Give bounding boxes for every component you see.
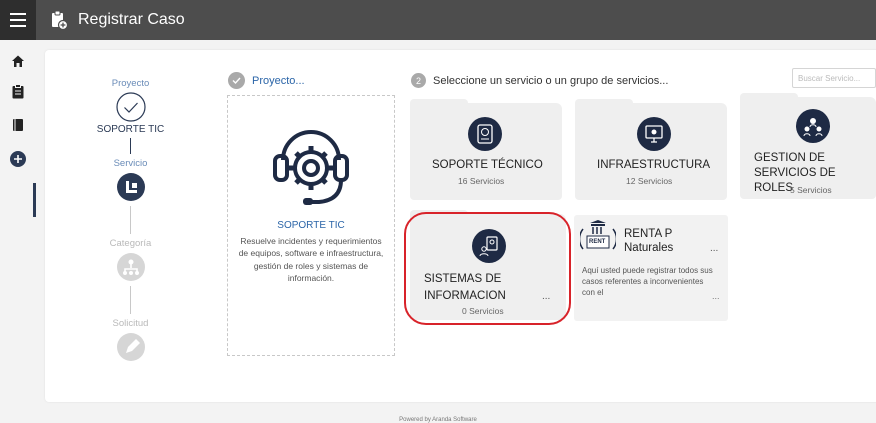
check-step-icon[interactable] [115, 92, 146, 122]
support-ticket-icon [468, 117, 502, 151]
step2-header: 2 Seleccione un servicio o un grupo de s… [411, 73, 668, 88]
step-label-proyecto: Proyecto [111, 78, 150, 89]
footer-text: Powered by Aranda Software [399, 417, 477, 423]
project-link[interactable]: Proyecto... [252, 75, 305, 87]
project-name: SOPORTE TIC [277, 220, 345, 231]
group-count: 0 Servicios [462, 306, 504, 316]
new-case-icon [50, 10, 69, 31]
group-card-infraestructura[interactable]: INFRAESTRUCTURA 12 Servicios [575, 99, 727, 200]
rent-icon-text: RENT [589, 239, 606, 245]
infrastructure-icon [637, 117, 671, 151]
group-card-sistemas-informacion[interactable]: SISTEMAS DE INFORMACION 0 Servicios ... [410, 210, 566, 320]
side-nav [0, 40, 36, 423]
home-icon[interactable] [9, 52, 27, 70]
category-step-icon [116, 252, 146, 282]
step-label-servicio: Servicio [113, 158, 148, 169]
more-options-button[interactable]: ... [542, 291, 550, 302]
stepper: Proyecto SOPORTE TIC Servicio Categoría … [78, 78, 183, 362]
step-connector [130, 138, 131, 154]
step-sub-proyecto: SOPORTE TIC [96, 124, 165, 135]
group-title: INFRAESTRUCTURA [597, 159, 711, 171]
step-label-solicitud: Solicitud [112, 318, 149, 329]
group-count: 12 Servicios [626, 176, 673, 186]
more-text-indicator: ... [712, 291, 720, 301]
step-number-badge: 2 [411, 73, 426, 88]
service-description: Aquí usted puede registrar todos sus cas… [582, 266, 713, 297]
roles-icon [796, 109, 830, 143]
step-connector [130, 286, 131, 314]
service-step-icon[interactable] [116, 172, 146, 202]
menu-icon[interactable] [0, 0, 36, 40]
search-input[interactable] [792, 68, 876, 88]
active-indicator [33, 183, 36, 217]
step2-instruction: Seleccione un servicio o un grupo de ser… [433, 74, 669, 87]
information-systems-icon [472, 229, 506, 263]
group-card-gestion-roles[interactable]: GESTION DE SERVICIOS DE ROLES 5 Servicio… [740, 93, 876, 199]
service-card-renta[interactable]: RENT RENTA P Naturales ... Aquí usted pu… [574, 215, 728, 321]
project-card[interactable]: SOPORTE TIC Resuelve incidentes y requer… [227, 95, 395, 356]
top-bar: Registrar Caso [0, 0, 876, 40]
group-title: SOPORTE TÉCNICO [432, 159, 543, 171]
group-title: SISTEMAS DE INFORMACION [424, 273, 506, 302]
check-badge-icon [228, 72, 245, 89]
group-count: 16 Servicios [458, 176, 505, 186]
add-case-icon[interactable] [9, 150, 27, 168]
group-card-soporte-tecnico[interactable]: SOPORTE TÉCNICO 16 Servicios [410, 99, 562, 200]
clipboard-icon[interactable] [9, 82, 27, 100]
rent-icon: RENT [578, 219, 618, 255]
group-count: 5 Servicios [790, 185, 832, 195]
step-label-categoria: Categoría [109, 238, 152, 249]
headset-icon [263, 110, 359, 210]
project-description: Resuelve incidentes y requerimientos de … [238, 236, 384, 283]
request-step-icon [116, 332, 146, 362]
book-icon[interactable] [9, 116, 27, 134]
page-title: Registrar Caso [78, 11, 185, 28]
step1-header: Proyecto... [228, 72, 305, 89]
step-connector [130, 206, 131, 234]
more-options-button[interactable]: ... [710, 243, 718, 254]
service-title: RENTA P Naturales [624, 228, 674, 254]
